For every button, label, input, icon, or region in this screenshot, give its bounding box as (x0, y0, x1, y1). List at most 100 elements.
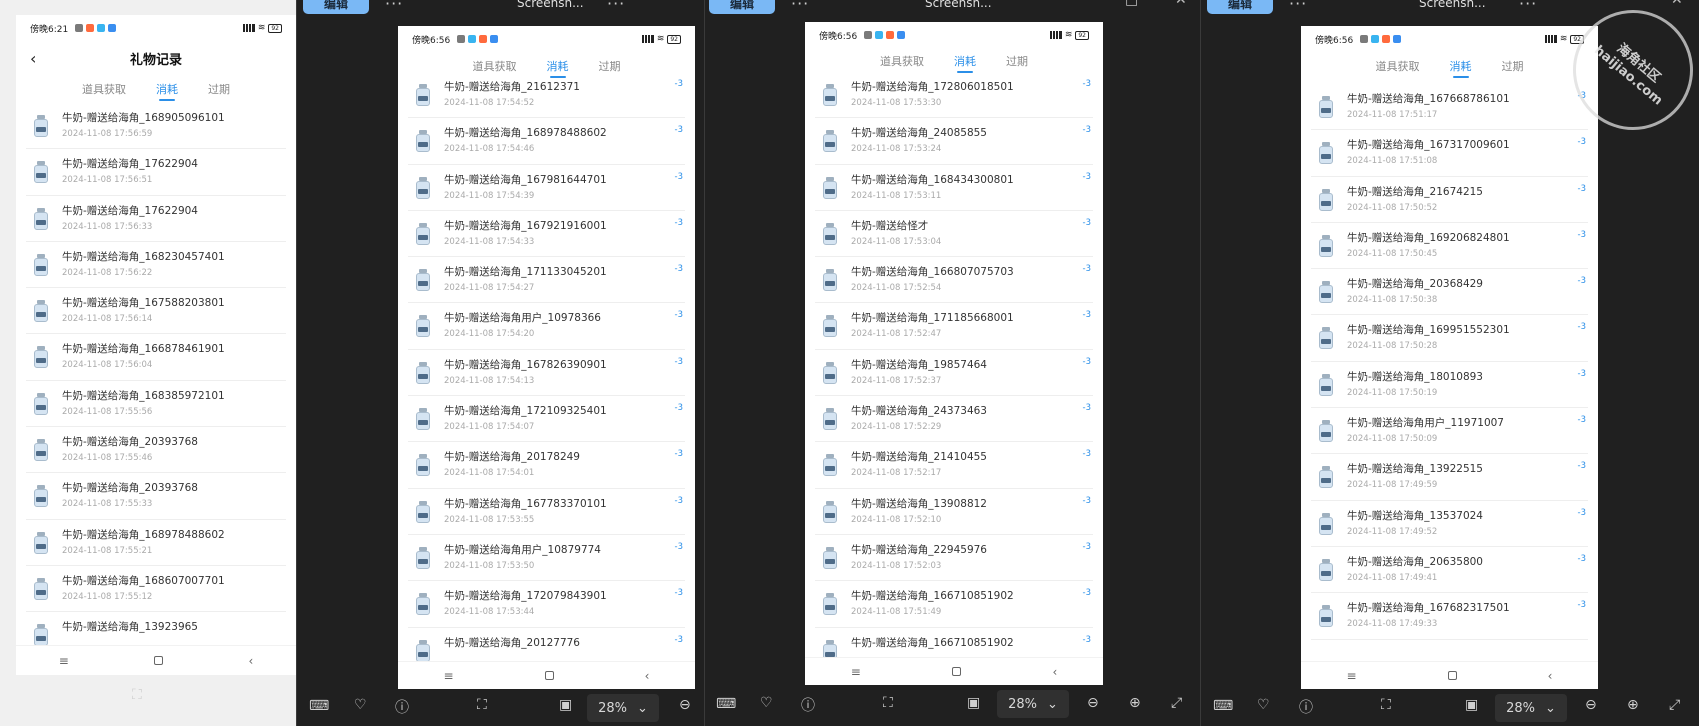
favorite-icon[interactable]: ♡ (760, 695, 773, 711)
list-item[interactable]: 牛奶-赠送给海角_24373463 2024-11-08 17:52:29 -3 (805, 396, 1103, 443)
fullscreen-icon[interactable]: ⤢ (1171, 695, 1182, 711)
edit-button[interactable]: 编辑 (303, 0, 369, 14)
tab-consumed[interactable]: 消耗 (1450, 54, 1472, 80)
home-icon[interactable] (154, 656, 164, 665)
keyboard-icon[interactable]: ⌨ (309, 698, 329, 714)
list-item[interactable]: 牛奶-赠送给海角_21410455 2024-11-08 17:52:17 -3 (805, 442, 1103, 489)
list-item[interactable]: 牛奶-赠送给海角_166878461901 2024-11-08 17:56:04 (16, 334, 296, 382)
list-item[interactable]: 牛奶-赠送给海角_168978488602 2024-11-08 17:54:46… (398, 118, 695, 165)
home-icon[interactable] (952, 667, 962, 676)
zoom-out-icon[interactable]: ⊖ (1585, 697, 1597, 713)
list-item[interactable]: 牛奶-赠送给海角_17622904 2024-11-08 17:56:33 (16, 196, 296, 243)
list-item[interactable]: 牛奶-赠送给海角_167783370101 2024-11-08 17:53:55… (398, 489, 695, 536)
list-item[interactable]: 牛奶-赠送给海角_172806018501 2024-11-08 17:53:30… (805, 72, 1103, 119)
list-item[interactable]: 牛奶-赠送给海角_13922515 2024-11-08 17:49:59 -3 (1301, 454, 1598, 501)
tab-consumed[interactable]: 消耗 (156, 77, 178, 103)
menu-icon[interactable]: ≡ (851, 665, 861, 679)
list-item[interactable]: 牛奶-赠送给怪才 2024-11-08 17:53:04 -3 (805, 211, 1103, 258)
list-item[interactable]: 牛奶-赠送给海角_17622904 2024-11-08 17:56:51 (16, 149, 296, 196)
edit-button[interactable]: 编辑 (709, 0, 775, 14)
list-item[interactable]: 牛奶-赠送给海角_13908812 2024-11-08 17:52:10 -3 (805, 489, 1103, 536)
list-item[interactable]: 牛奶-赠送给海角_20393768 2024-11-08 17:55:46 (16, 427, 296, 474)
list-item[interactable]: 牛奶-赠送给海角_168385972101 2024-11-08 17:55:56 (16, 381, 296, 428)
home-icon[interactable] (544, 671, 554, 680)
tab-item-acquired[interactable]: 道具获取 (82, 77, 126, 103)
more-options-icon[interactable]: ··· (791, 0, 809, 13)
list-item[interactable]: 牛奶-赠送给海角_171133045201 2024-11-08 17:54:27… (398, 257, 695, 304)
list-item[interactable]: 牛奶-赠送给海角_168978488602 2024-11-08 17:55:21 (16, 520, 296, 567)
zoom-out-icon[interactable]: ⊖ (679, 697, 691, 713)
list-item[interactable]: 牛奶-赠送给海角_20635800 2024-11-08 17:49:41 -3 (1301, 547, 1598, 594)
list-item[interactable]: 牛奶-赠送给海角_167588203801 2024-11-08 17:56:14 (16, 288, 296, 335)
favorite-icon[interactable]: ♡ (1257, 697, 1270, 713)
list-item[interactable]: 牛奶-赠送给海角_167668786101 2024-11-08 17:51:17… (1301, 84, 1598, 131)
list-item[interactable]: 牛奶-赠送给海角_168905096101 2024-11-08 17:56:59 (16, 103, 296, 150)
back-icon[interactable]: ‹ (249, 654, 254, 668)
zoom-in-icon[interactable]: ⊕ (1627, 697, 1639, 713)
screenshot-tool-icon[interactable]: ⛶ (1381, 697, 1391, 713)
close-icon[interactable]: ✕ (1175, 0, 1187, 8)
screenshot-tool-icon[interactable]: ⛶ (883, 695, 893, 711)
screenshot-tool-icon[interactable]: ⛶ (132, 687, 142, 703)
keyboard-icon[interactable]: ⌨ (716, 696, 736, 712)
menu-icon[interactable]: ≡ (1347, 669, 1357, 683)
list-item[interactable]: 牛奶-赠送给海角_19857464 2024-11-08 17:52:37 -3 (805, 350, 1103, 397)
info-icon[interactable]: ⓘ (1299, 697, 1313, 717)
list-item[interactable]: 牛奶-赠送给海角_172109325401 2024-11-08 17:54:07… (398, 396, 695, 443)
favorite-icon[interactable]: ♡ (354, 697, 367, 713)
list-item[interactable]: 牛奶-赠送给海角用户_10978366 2024-11-08 17:54:20 -3 (398, 303, 695, 351)
more-options-icon[interactable]: ··· (385, 0, 403, 13)
list-item[interactable]: 牛奶-赠送给海角_168434300801 2024-11-08 17:53:11… (805, 165, 1103, 212)
list-item[interactable]: 牛奶-赠送给海角_22945976 2024-11-08 17:52:03 -3 (805, 535, 1103, 582)
list-item[interactable]: 牛奶-赠送给海角_168230457401 2024-11-08 17:56:22 (16, 242, 296, 289)
list-item[interactable]: 牛奶-赠送给海角_20393768 2024-11-08 17:55:33 (16, 473, 296, 520)
list-item[interactable]: 牛奶-赠送给海角_168607007701 2024-11-08 17:55:12 (16, 566, 296, 613)
fullscreen-icon[interactable]: ⤢ (1669, 697, 1680, 713)
list-item[interactable]: 牛奶-赠送给海角_166710851902 2024-11-08 17:51:49… (805, 581, 1103, 628)
home-icon[interactable] (1447, 671, 1457, 680)
list-item[interactable]: 牛奶-赠送给海角_166807075703 2024-11-08 17:52:54… (805, 257, 1103, 304)
list-item[interactable]: 牛奶-赠送给海角_24085855 2024-11-08 17:53:24 -3 (805, 118, 1103, 165)
maximize-icon[interactable]: □ (1125, 0, 1138, 8)
fit-screen-icon[interactable]: ▣ (967, 695, 980, 711)
list-item[interactable]: 牛奶-赠送给海角_171185668001 2024-11-08 17:52:47… (805, 303, 1103, 351)
tab-item-acquired[interactable]: 道具获取 (1376, 54, 1420, 80)
more-options-icon[interactable]: ··· (607, 0, 625, 13)
list-item[interactable]: 牛奶-赠送给海角_20368429 2024-11-08 17:50:38 -3 (1301, 269, 1598, 316)
list-item[interactable]: 牛奶-赠送给海角_169206824801 2024-11-08 17:50:45… (1301, 223, 1598, 270)
minimize-icon[interactable]: ─ (1571, 0, 1579, 8)
fit-screen-icon[interactable]: ▣ (559, 697, 572, 713)
list-item[interactable]: 牛奶-赠送给海角用户_10879774 2024-11-08 17:53:50 -3 (398, 535, 695, 582)
more-options-icon[interactable]: ··· (1289, 0, 1307, 13)
back-arrow-icon[interactable]: ‹ (30, 49, 36, 68)
list-item[interactable]: 牛奶-赠送给海角用户_11971007 2024-11-08 17:50:09 -3 (1301, 408, 1598, 455)
screenshot-tool-icon[interactable]: ⛶ (477, 697, 487, 713)
zoom-selector[interactable]: 28% ⌄ (1495, 694, 1567, 722)
minimize-icon[interactable]: ─ (642, 0, 650, 8)
back-icon[interactable]: ‹ (645, 669, 650, 683)
list-item[interactable]: 牛奶-赠送给海角_20178249 2024-11-08 17:54:01 -3 (398, 442, 695, 489)
list-item[interactable]: 牛奶-赠送给海角_167682317501 2024-11-08 17:49:33… (1301, 593, 1598, 640)
list-item[interactable]: 牛奶-赠送给海角_18010893 2024-11-08 17:50:19 -3 (1301, 362, 1598, 409)
fit-screen-icon[interactable]: ▣ (1465, 697, 1478, 713)
close-icon[interactable]: ✕ (1671, 0, 1683, 8)
list-item[interactable]: 牛奶-赠送给海角_13537024 2024-11-08 17:49:52 -3 (1301, 501, 1598, 548)
list-item[interactable]: 牛奶-赠送给海角_167981644701 2024-11-08 17:54:39… (398, 165, 695, 212)
menu-icon[interactable]: ≡ (444, 669, 454, 683)
tab-expired[interactable]: 过期 (208, 77, 230, 103)
keyboard-icon[interactable]: ⌨ (1213, 698, 1233, 714)
back-icon[interactable]: ‹ (1548, 669, 1553, 683)
list-item[interactable]: 牛奶-赠送给海角_21612371 2024-11-08 17:54:52 -3 (398, 72, 695, 119)
list-item[interactable]: 牛奶-赠送给海角_167826390901 2024-11-08 17:54:13… (398, 350, 695, 397)
list-item[interactable]: 牛奶-赠送给海角_167921916001 2024-11-08 17:54:33… (398, 211, 695, 258)
info-icon[interactable]: ⓘ (801, 695, 815, 715)
zoom-out-icon[interactable]: ⊖ (1087, 695, 1099, 711)
info-icon[interactable]: ⓘ (395, 697, 409, 717)
more-options-icon[interactable]: ··· (1519, 0, 1537, 13)
list-item[interactable]: 牛奶-赠送给海角_21674215 2024-11-08 17:50:52 -3 (1301, 177, 1598, 224)
zoom-selector[interactable]: 28% ⌄ (587, 694, 659, 722)
list-item[interactable]: 牛奶-赠送给海角_172079843901 2024-11-08 17:53:44… (398, 581, 695, 628)
list-item[interactable]: 牛奶-赠送给海角_169951552301 2024-11-08 17:50:28… (1301, 315, 1598, 363)
back-icon[interactable]: ‹ (1053, 665, 1058, 679)
tab-expired[interactable]: 过期 (1502, 54, 1524, 80)
